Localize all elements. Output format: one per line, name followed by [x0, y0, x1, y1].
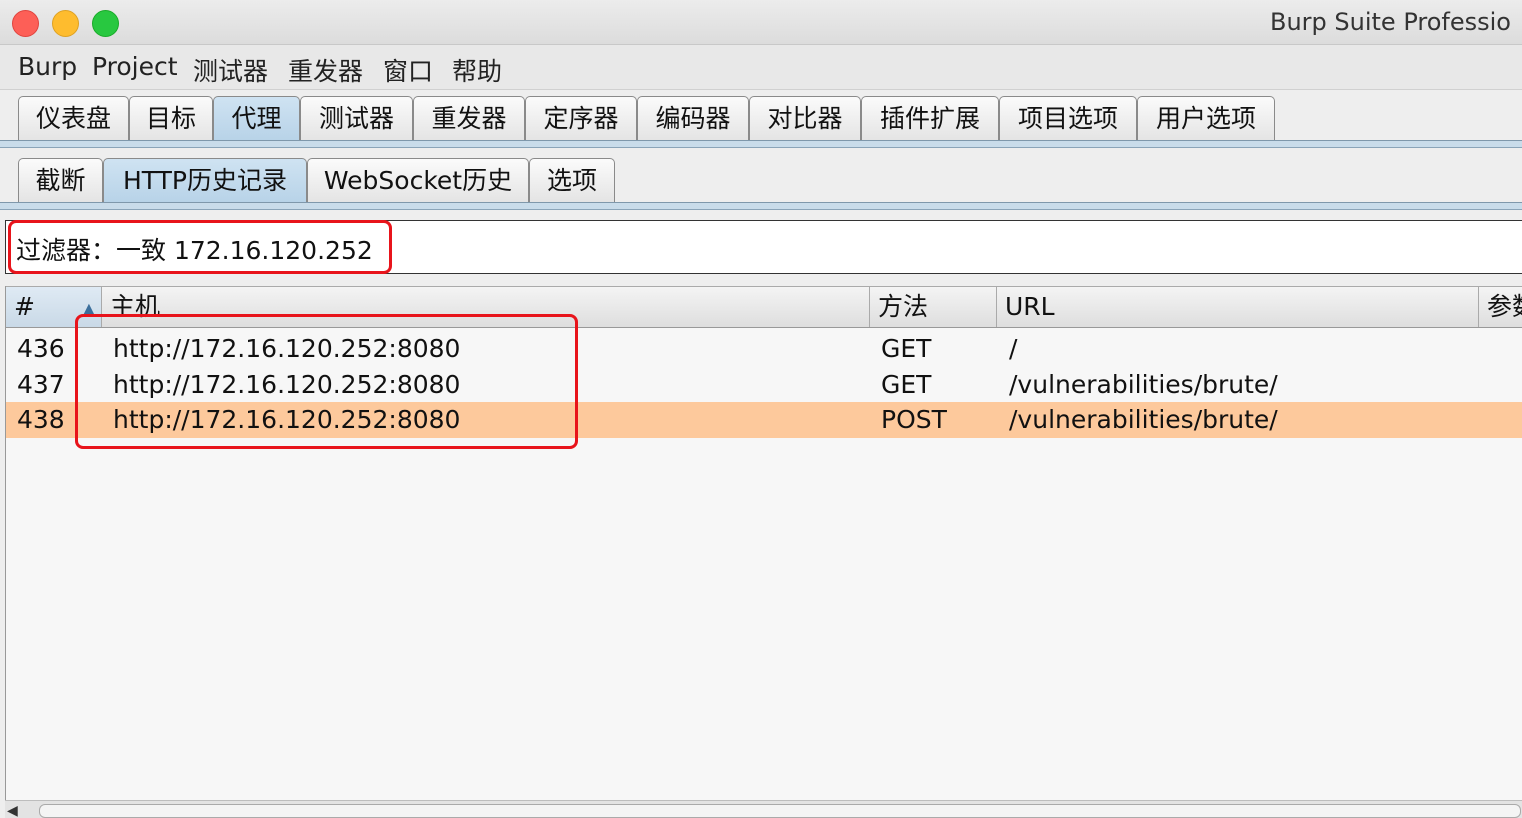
http-history-table: # ▲ 主机 方法 URL 参数 436 http://172.16.120.2… — [5, 286, 1522, 818]
menu-intruder[interactable]: 测试器 — [193, 52, 268, 88]
row-method: GET — [881, 370, 932, 399]
table-row[interactable]: 437 http://172.16.120.252:8080 GET /vuln… — [6, 367, 1522, 403]
tab-target[interactable]: 目标 — [129, 96, 213, 140]
scroll-left-icon[interactable]: ◀ — [7, 803, 18, 818]
table-row[interactable]: 436 http://172.16.120.252:8080 GET / — [6, 331, 1522, 367]
row-host: http://172.16.120.252:8080 — [113, 370, 461, 399]
column-header-method[interactable]: 方法 — [870, 287, 997, 327]
title-bar: Burp Suite Professio — [0, 0, 1522, 45]
column-header-host[interactable]: 主机 — [102, 287, 870, 327]
menu-repeater[interactable]: 重发器 — [288, 52, 363, 88]
minimize-window-button[interactable] — [52, 10, 79, 37]
menu-project[interactable]: Project — [92, 52, 178, 81]
main-tab-bar: 仪表盘 目标 代理 测试器 重发器 定序器 编码器 对比器 插件扩展 项目选项 … — [0, 96, 1522, 148]
tab-intercept[interactable]: 截断 — [18, 158, 103, 202]
filter-label: 过滤器：一致 172.16.120.252 — [16, 236, 373, 265]
row-url: / — [1009, 334, 1018, 363]
tab-options[interactable]: 选项 — [529, 158, 615, 202]
sort-ascending-icon: ▲ — [82, 299, 95, 318]
tab-proxy[interactable]: 代理 — [213, 96, 300, 140]
row-url: /vulnerabilities/brute/ — [1009, 405, 1278, 434]
main-tab-divider — [0, 140, 1522, 148]
table-header: # ▲ 主机 方法 URL 参数 — [6, 286, 1522, 328]
row-host: http://172.16.120.252:8080 — [113, 334, 461, 363]
burp-window: Burp Suite Professio Burp Project 测试器 重发… — [0, 0, 1522, 818]
tab-intruder[interactable]: 测试器 — [300, 96, 413, 140]
column-header-url[interactable]: URL — [997, 287, 1479, 327]
menu-window[interactable]: 窗口 — [383, 52, 433, 88]
tab-http-history[interactable]: HTTP历史记录 — [103, 158, 307, 202]
row-number: 437 — [17, 370, 65, 399]
tab-project-options[interactable]: 项目选项 — [999, 96, 1137, 140]
menu-help[interactable]: 帮助 — [452, 52, 502, 88]
tab-comparer[interactable]: 对比器 — [749, 96, 861, 140]
row-host: http://172.16.120.252:8080 — [113, 405, 461, 434]
maximize-window-button[interactable] — [92, 10, 119, 37]
tab-sequencer[interactable]: 定序器 — [525, 96, 637, 140]
horizontal-scrollbar[interactable]: ◀ — [5, 800, 1522, 818]
sub-tab-divider — [0, 202, 1522, 210]
column-header-params[interactable]: 参数 — [1479, 287, 1522, 327]
column-header-number[interactable]: # ▲ — [6, 287, 102, 327]
close-window-button[interactable] — [12, 10, 39, 37]
menu-bar: Burp Project 测试器 重发器 窗口 帮助 — [0, 45, 1522, 90]
tab-repeater[interactable]: 重发器 — [413, 96, 525, 140]
table-row-selected[interactable]: 438 http://172.16.120.252:8080 POST /vul… — [6, 402, 1522, 438]
row-method: POST — [881, 405, 947, 434]
filter-bar[interactable]: 过滤器：一致 172.16.120.252 — [5, 220, 1522, 274]
tab-extender[interactable]: 插件扩展 — [861, 96, 999, 140]
row-url: /vulnerabilities/brute/ — [1009, 370, 1278, 399]
row-number: 436 — [17, 334, 65, 363]
row-method: GET — [881, 334, 932, 363]
scrollbar-thumb[interactable] — [39, 804, 1521, 818]
proxy-sub-tab-bar: 截断 HTTP历史记录 WebSocket历史 选项 — [0, 158, 1522, 210]
tab-user-options[interactable]: 用户选项 — [1137, 96, 1275, 140]
tab-dashboard[interactable]: 仪表盘 — [18, 96, 129, 140]
row-number: 438 — [17, 405, 65, 434]
tab-websocket-history[interactable]: WebSocket历史 — [307, 158, 529, 202]
menu-burp[interactable]: Burp — [18, 52, 77, 81]
tab-decoder[interactable]: 编码器 — [637, 96, 749, 140]
window-title: Burp Suite Professio — [1270, 8, 1511, 36]
